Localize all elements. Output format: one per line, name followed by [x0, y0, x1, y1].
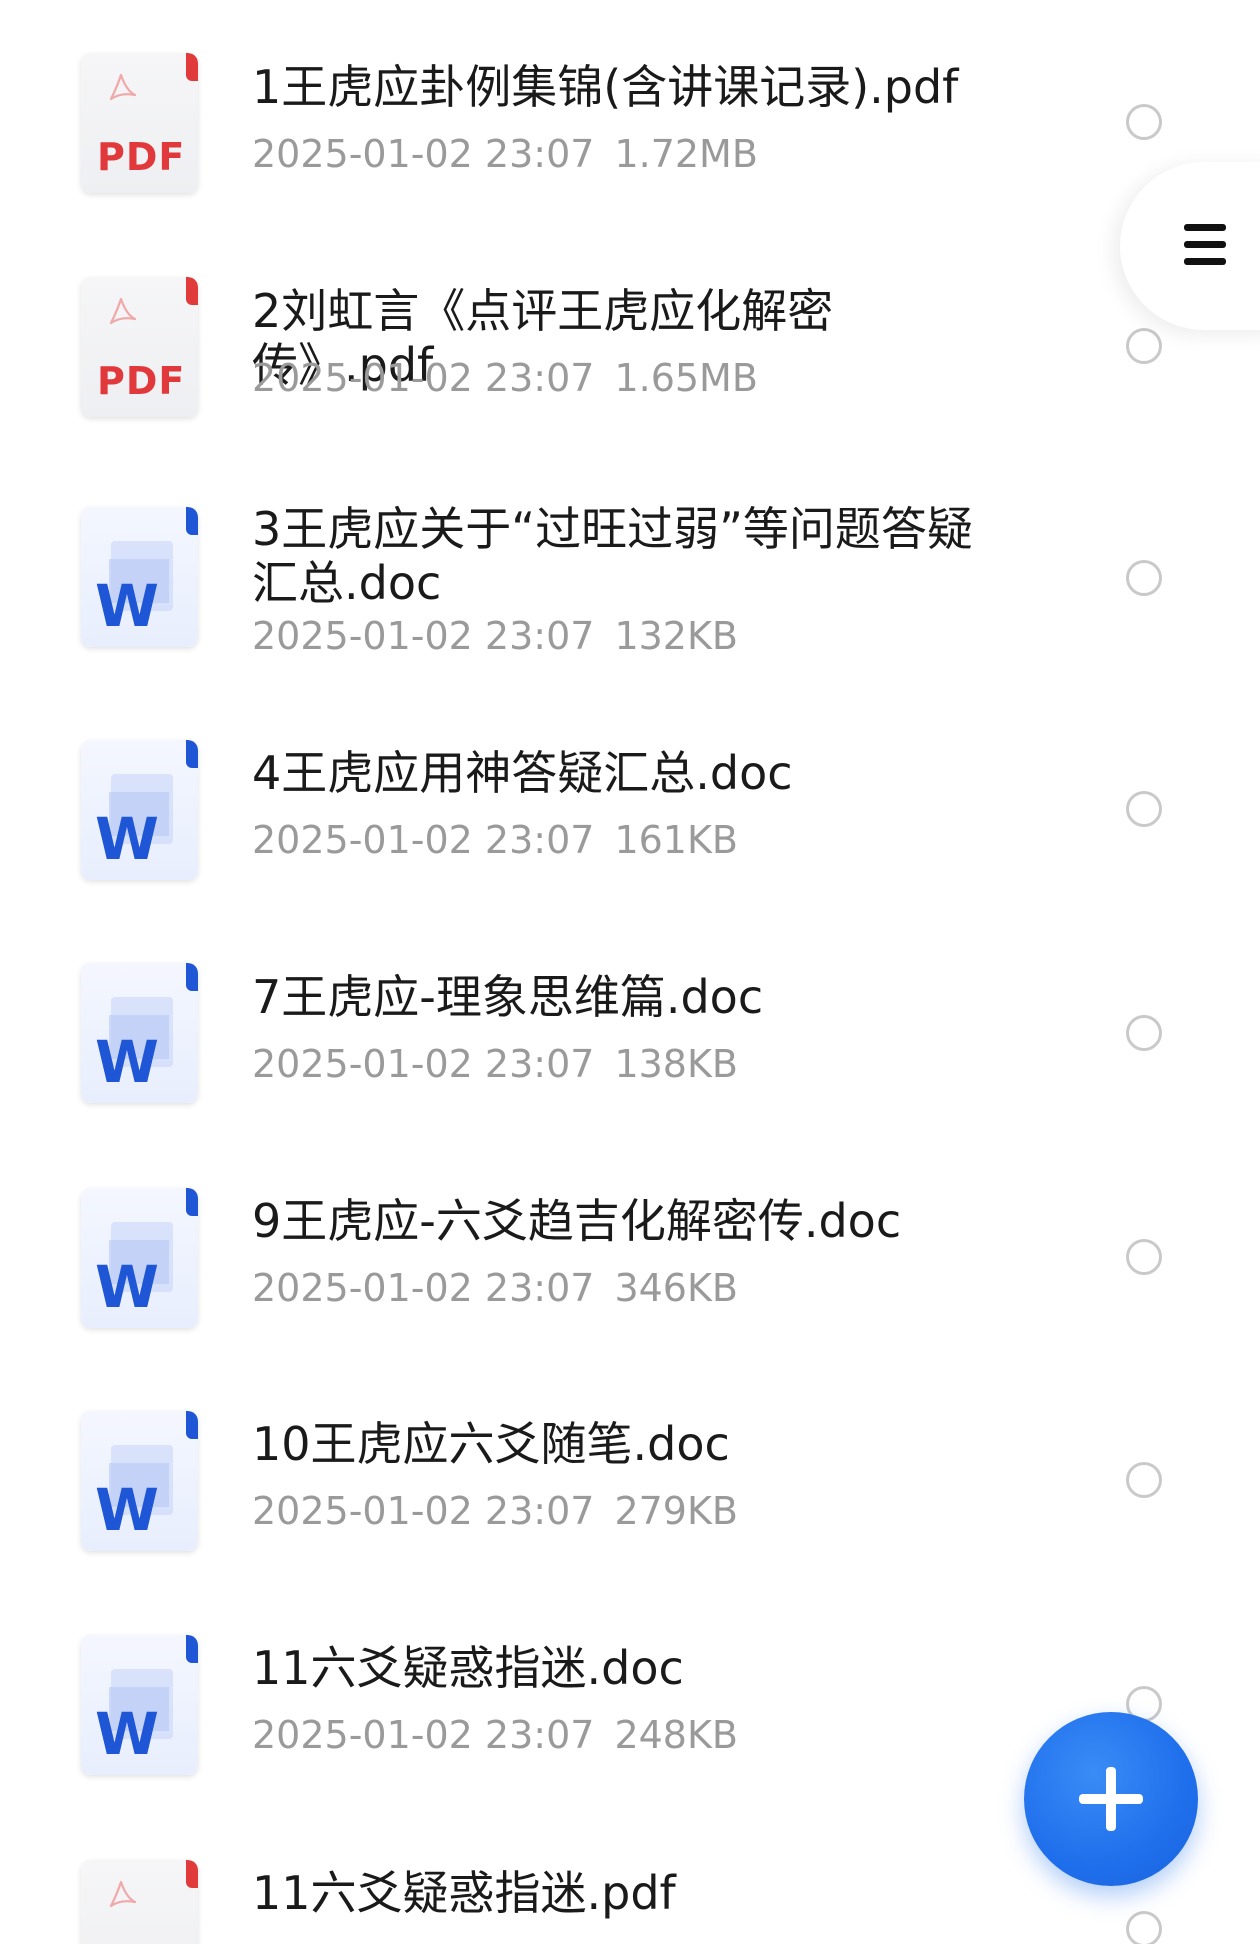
file-name: 7王虎应-理象思维篇.doc — [252, 970, 764, 1024]
file-name: 1王虎应卦例集锦(含讲课记录).pdf — [252, 60, 959, 114]
file-name: 11六爻疑惑指迷.doc — [252, 1641, 684, 1695]
word-badge: W — [95, 572, 159, 640]
list-item[interactable]: W 9王虎应-六爻趋吉化解密传.doc 2025-01-02 23:07 346K… — [0, 1150, 1260, 1375]
select-radio[interactable] — [1126, 328, 1162, 364]
select-radio[interactable] — [1126, 104, 1162, 140]
pdf-file-icon: PDF — [81, 53, 198, 193]
file-date: 2025-01-02 23:07 — [252, 1489, 595, 1533]
file-size: 346KB — [614, 1266, 738, 1310]
file-meta: 2025-01-02 23:07 248KB — [252, 1713, 738, 1757]
file-meta: 2025-01-02 23:07 279KB — [252, 1489, 738, 1533]
file-date: 2025-01-02 23:07 — [252, 132, 595, 176]
word-file-icon: W — [81, 507, 198, 647]
file-date: 2025-01-02 23:07 — [252, 818, 595, 862]
word-file-icon: W — [81, 1188, 198, 1328]
file-name: 9王虎应-六爻趋吉化解密传.doc — [252, 1194, 902, 1248]
file-size: 1.72MB — [614, 132, 758, 176]
word-badge: W — [95, 805, 159, 873]
pdf-file-icon: PDF — [81, 277, 198, 417]
file-date: 2025-01-02 23:07 — [252, 614, 595, 658]
acrobat-icon — [109, 297, 137, 325]
file-meta: 2025-01-02 23:07 132KB — [252, 614, 738, 658]
menu-icon — [1184, 224, 1226, 266]
file-size: 132KB — [614, 614, 738, 658]
word-badge: W — [95, 1476, 159, 1544]
select-radio[interactable] — [1126, 1239, 1162, 1275]
acrobat-icon — [109, 1880, 137, 1908]
file-name: 10王虎应六爻随笔.doc — [252, 1417, 730, 1471]
word-file-icon: W — [81, 1411, 198, 1551]
file-date: 2025-01-02 23:07 — [252, 1713, 595, 1757]
file-name: 3王虎应关于“过旺过弱”等问题答疑 汇总.doc — [252, 502, 973, 610]
file-size: 138KB — [614, 1042, 738, 1086]
word-badge: W — [95, 1700, 159, 1768]
pdf-file-icon: PDF — [81, 1860, 198, 1944]
list-item[interactable]: W 4王虎应用神答疑汇总.doc 2025-01-02 23:07 161KB — [0, 700, 1260, 925]
file-meta: 2025-01-02 23:07 346KB — [252, 1266, 738, 1310]
select-radio[interactable] — [1126, 1462, 1162, 1498]
file-size: 248KB — [614, 1713, 738, 1757]
pdf-badge: PDF — [97, 359, 186, 403]
select-radio[interactable] — [1126, 791, 1162, 827]
select-radio[interactable] — [1126, 1015, 1162, 1051]
add-button[interactable] — [1024, 1712, 1198, 1886]
file-list: PDF 1王虎应卦例集锦(含讲课记录).pdf 2025-01-02 23:07… — [0, 0, 1260, 1944]
file-meta: 2025-01-02 23:07 138KB — [252, 1042, 738, 1086]
file-size: 1.65MB — [614, 356, 758, 400]
file-name: 11六爻疑惑指迷.pdf — [252, 1866, 676, 1920]
file-size: 161KB — [614, 818, 738, 862]
select-radio[interactable] — [1126, 560, 1162, 596]
file-size: 279KB — [614, 1489, 738, 1533]
list-item[interactable]: W 10王虎应六爻随笔.doc 2025-01-02 23:07 279KB — [0, 1375, 1260, 1600]
pdf-badge: PDF — [97, 135, 186, 179]
list-item[interactable]: PDF 2刘虹言《点评王虎应化解密传》.pdf 2025-01-02 23:07… — [0, 220, 1260, 450]
file-meta: 2025-01-02 23:07 161KB — [252, 818, 738, 862]
file-date: 2025-01-02 23:07 — [252, 1042, 595, 1086]
file-meta: 2025-01-02 23:07 1.72MB — [252, 132, 758, 176]
list-item[interactable]: PDF 1王虎应卦例集锦(含讲课记录).pdf 2025-01-02 23:07… — [0, 0, 1260, 220]
file-date: 2025-01-02 23:07 — [252, 1266, 595, 1310]
word-file-icon: W — [81, 740, 198, 880]
word-badge: W — [95, 1253, 159, 1321]
file-meta: 2025-01-02 23:07 1.65MB — [252, 356, 758, 400]
word-badge: W — [95, 1028, 159, 1096]
file-date: 2025-01-02 23:07 — [252, 356, 595, 400]
list-item[interactable]: W 7王虎应-理象思维篇.doc 2025-01-02 23:07 138KB — [0, 925, 1260, 1150]
select-radio[interactable] — [1126, 1911, 1162, 1944]
acrobat-icon — [109, 73, 137, 101]
word-file-icon: W — [81, 963, 198, 1103]
list-item[interactable]: W 3王虎应关于“过旺过弱”等问题答疑 汇总.doc 2025-01-02 23… — [0, 450, 1260, 700]
file-name: 4王虎应用神答疑汇总.doc — [252, 746, 793, 800]
word-file-icon: W — [81, 1635, 198, 1775]
